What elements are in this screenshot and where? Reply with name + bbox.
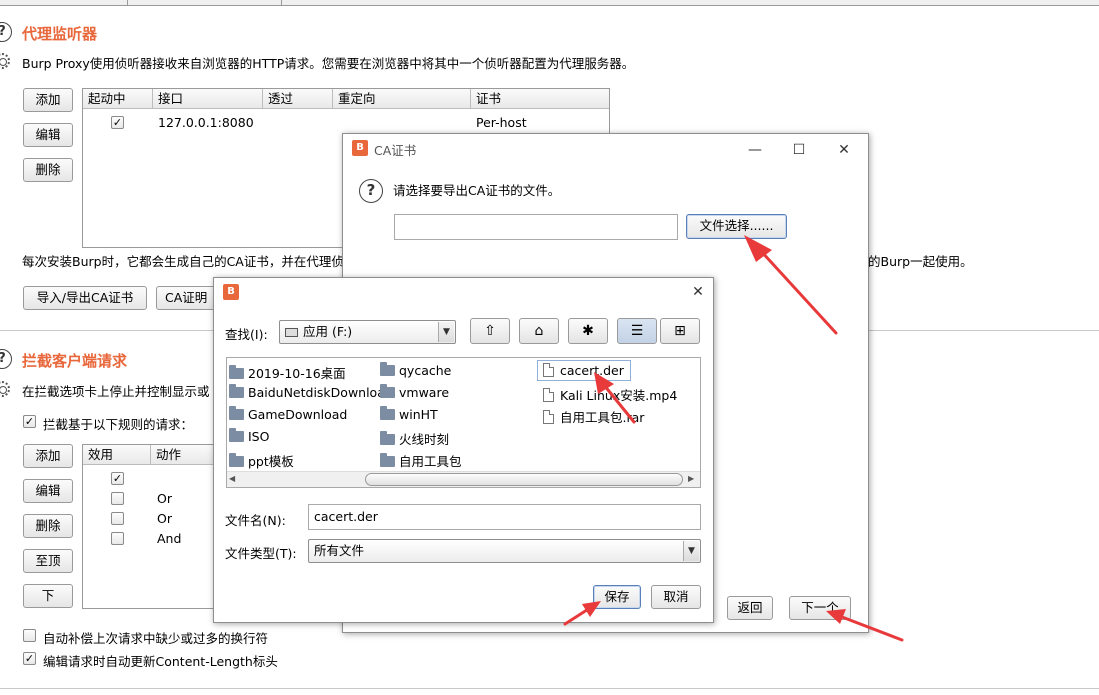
annotation-arrows <box>563 235 904 642</box>
arrow-to-cacert <box>594 372 636 424</box>
arrow-to-save <box>563 601 601 626</box>
arrow-to-choose-file <box>744 235 838 335</box>
arrow-to-next <box>826 609 904 642</box>
